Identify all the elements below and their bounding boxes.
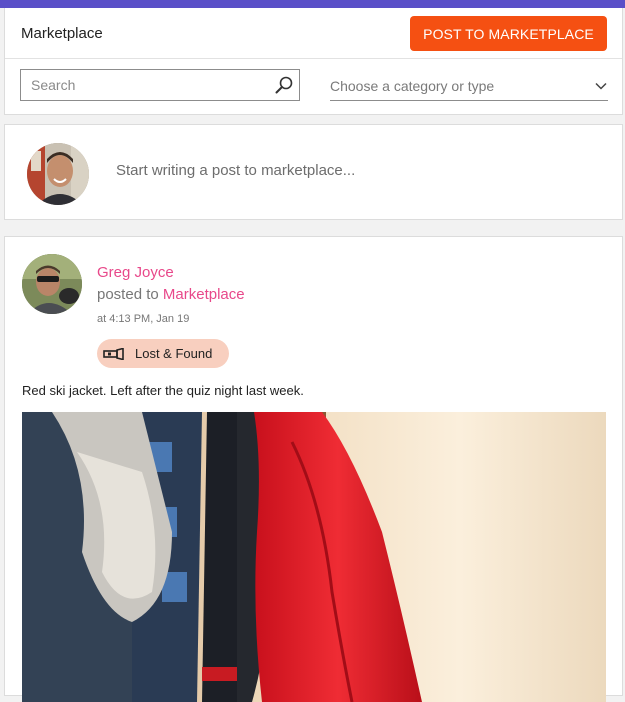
post-to-marketplace-button[interactable]: POST TO MARKETPLACE	[410, 16, 607, 51]
top-accent-bar	[0, 0, 625, 8]
tag-label: Lost & Found	[135, 346, 213, 361]
post-composer: Start writing a post to marketplace...	[4, 124, 623, 220]
post-photo[interactable]	[22, 412, 606, 702]
posted-to-line: posted to Marketplace	[97, 286, 245, 303]
post-body-text: Red ski jacket. Left after the quiz nigh…	[22, 383, 304, 398]
search-field	[20, 69, 300, 101]
avatar[interactable]	[22, 254, 82, 314]
marketplace-post: Greg Joyce posted to Marketplace at 4:13…	[4, 236, 623, 702]
avatar	[27, 143, 89, 205]
flashlight-icon	[103, 347, 125, 361]
category-placeholder: Choose a category or type	[330, 77, 495, 94]
post-timestamp: at 4:13 PM, Jan 19	[97, 313, 190, 325]
posted-to-location-link[interactable]: Marketplace	[163, 286, 245, 303]
composer-input[interactable]: Start writing a post to marketplace...	[116, 162, 355, 179]
header-divider	[5, 58, 622, 59]
category-tag[interactable]: Lost & Found	[97, 339, 229, 368]
search-icon[interactable]	[273, 74, 295, 96]
marketplace-header: Marketplace POST TO MARKETPLACE Choose a…	[4, 8, 623, 115]
author-name-link[interactable]: Greg Joyce	[97, 264, 174, 281]
chevron-down-icon	[594, 79, 608, 93]
category-dropdown[interactable]: Choose a category or type	[330, 71, 608, 101]
posted-to-prefix: posted to	[97, 286, 159, 303]
search-input[interactable]	[21, 71, 273, 99]
page-title: Marketplace	[21, 25, 103, 42]
